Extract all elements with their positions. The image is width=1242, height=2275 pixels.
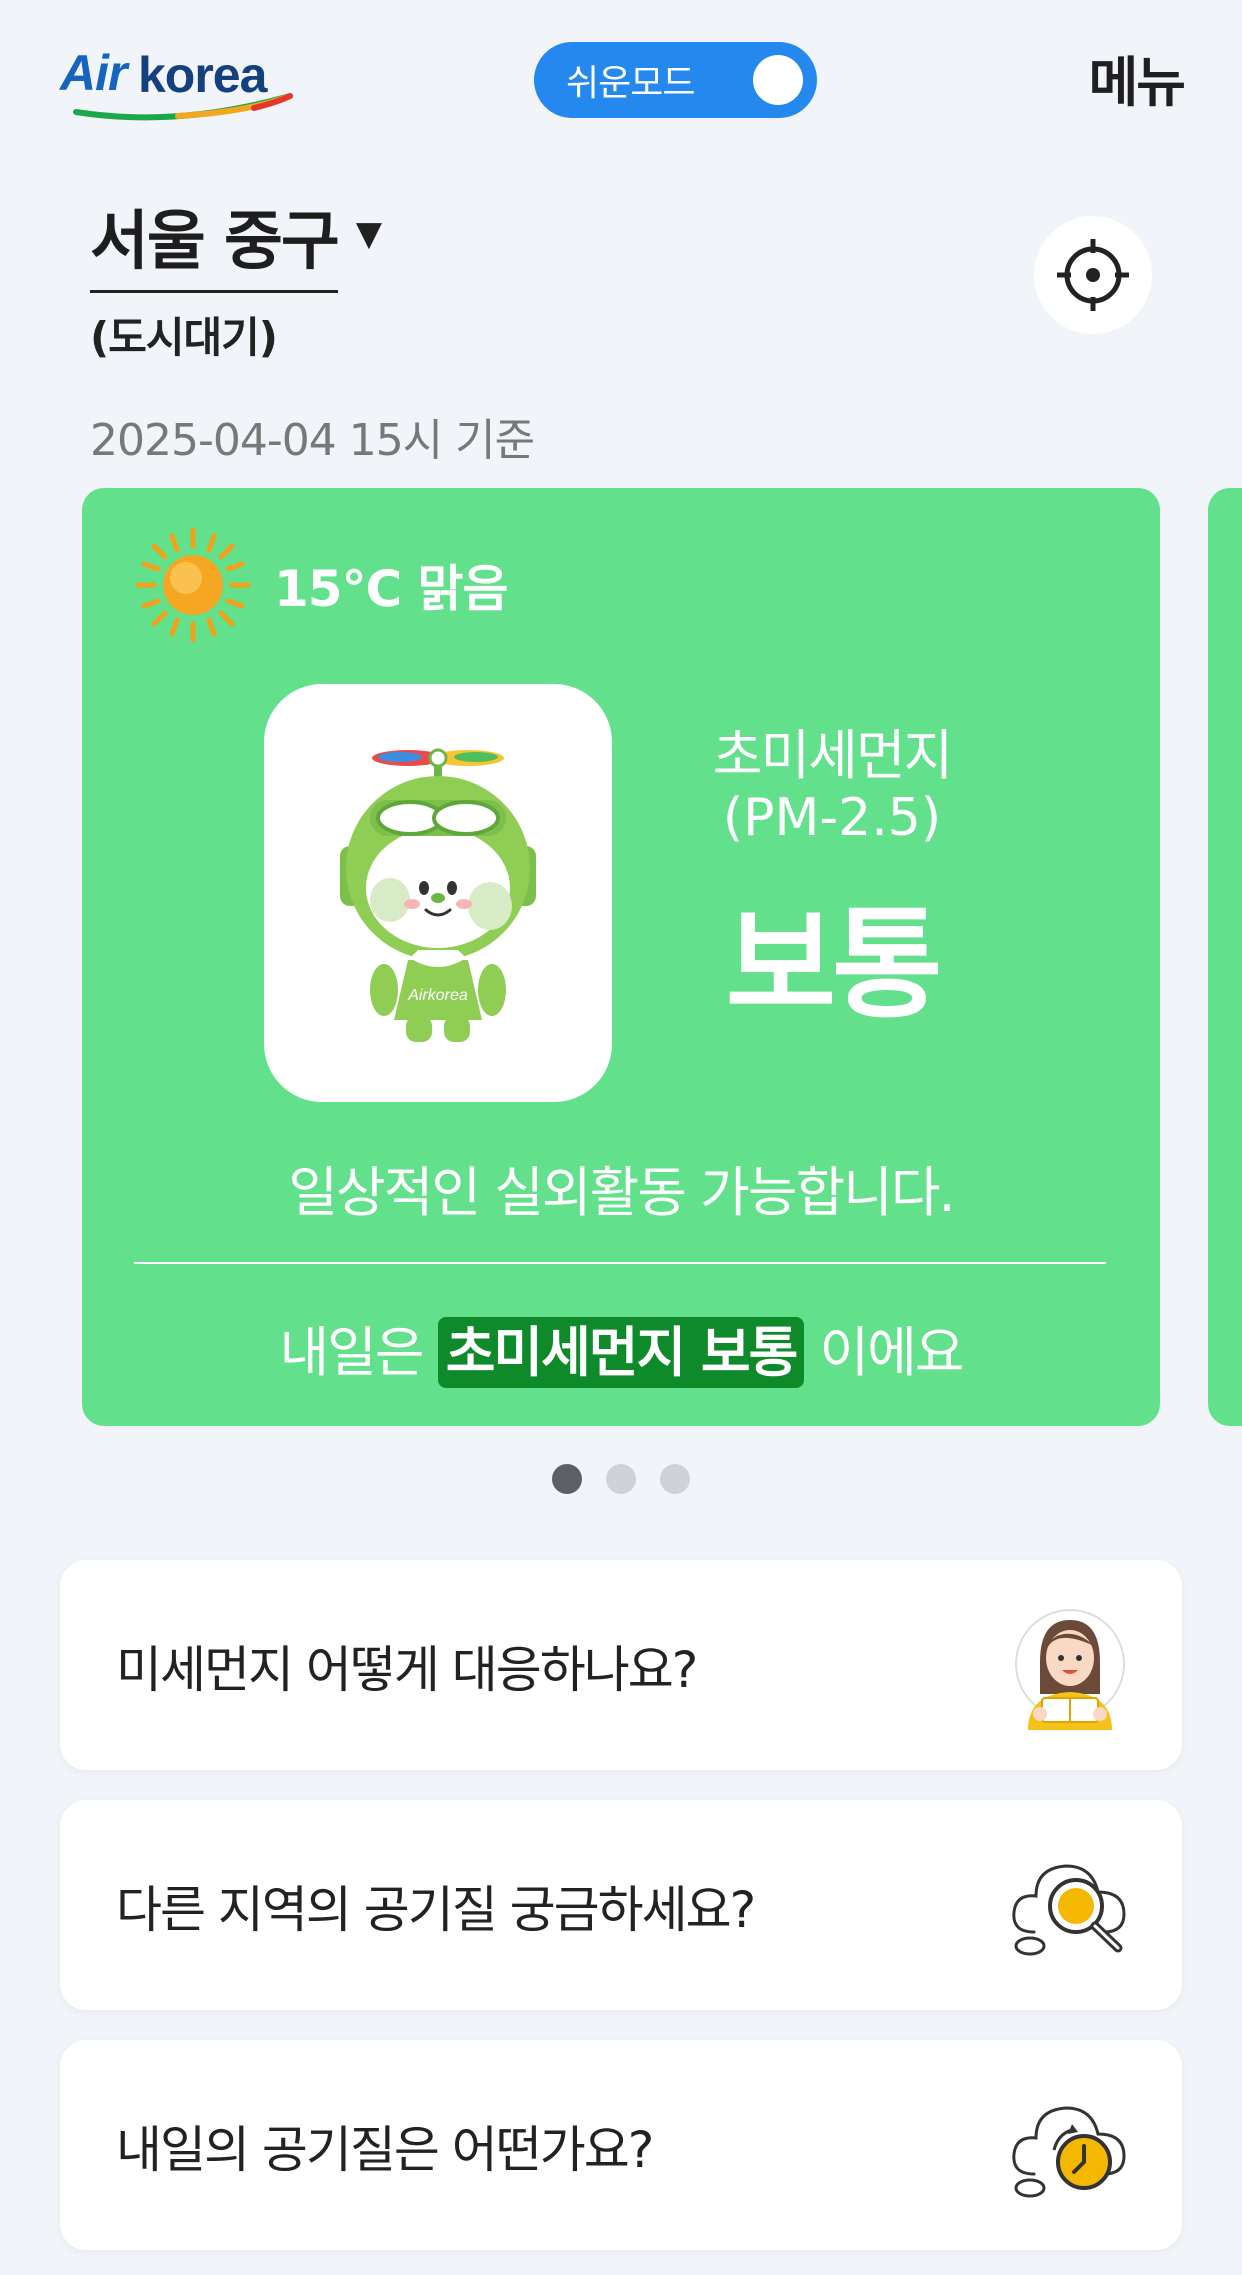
- weather-info: 15℃ 맑음: [134, 526, 509, 644]
- menu-button[interactable]: 메뉴: [1089, 38, 1186, 117]
- info-card-question: 다른 지역의 공기질 궁금하세요?: [116, 1881, 756, 1939]
- pollutant-status: 초미세먼지 (PM-2.5) 보통: [642, 724, 1022, 1041]
- info-card-question: 내일의 공기질은 어떤가요?: [116, 2121, 654, 2179]
- logo-korea-text: korea: [138, 47, 267, 103]
- station-type: (도시대기): [90, 313, 278, 362]
- cloud-search-icon: [1012, 1864, 1126, 1956]
- activity-advice: 일상적인 실외활동 가능합니다.: [288, 1161, 955, 1224]
- tomorrow-forecast: 내일은 초미세먼지 보통 이에요: [82, 1308, 1160, 1388]
- info-card-response[interactable]: 미세먼지 어떻게 대응하나요?: [60, 1560, 1182, 1770]
- timestamp: 2025-04-04 15시 기준: [90, 415, 535, 466]
- air-quality-card[interactable]: 15℃ 맑음 Airkorea 초미세먼지 (PM-2.5) 보통 일상적인 실…: [82, 488, 1160, 1426]
- logo-air-text: Air: [60, 45, 127, 101]
- info-card-tomorrow[interactable]: 내일의 공기질은 어떤가요?: [60, 2040, 1182, 2250]
- info-card-other-regions[interactable]: 다른 지역의 공기질 궁금하세요?: [60, 1800, 1182, 2010]
- sun-icon: [135, 527, 251, 643]
- mascot-character: Airkorea: [340, 748, 536, 1042]
- air-quality-grade: 보통: [725, 896, 943, 1036]
- tomorrow-highlight: 초미세먼지 보통: [437, 1317, 805, 1388]
- pollutant-code: (PM-2.5): [722, 787, 942, 848]
- crosshair-icon: [1057, 239, 1129, 311]
- dropdown-caret-icon: ▼: [355, 214, 382, 254]
- pagination-dot-1[interactable]: [552, 1464, 582, 1494]
- location-name: 서울 중구: [90, 190, 340, 293]
- airkorea-logo[interactable]: Air korea: [58, 38, 298, 122]
- tomorrow-prefix: 내일은: [279, 1321, 425, 1384]
- mascot-image: Airkorea: [264, 684, 612, 1102]
- current-location-button[interactable]: [1034, 216, 1152, 334]
- person-reading-icon: [1015, 1609, 1125, 1730]
- easy-mode-label: 쉬운모드: [566, 63, 695, 104]
- weather-text: 15℃ 맑음: [274, 560, 509, 618]
- location-selector[interactable]: 서울 중구 ▼: [90, 190, 382, 293]
- tomorrow-suffix: 이에요: [819, 1321, 964, 1384]
- next-card-peek[interactable]: [1208, 488, 1242, 1426]
- card-divider: [134, 1262, 1106, 1264]
- carousel-pagination: [552, 1464, 690, 1494]
- easy-mode-toggle[interactable]: 쉬운모드: [534, 42, 817, 118]
- pagination-dot-2[interactable]: [606, 1464, 636, 1494]
- pollutant-name: 초미세먼지: [712, 724, 953, 787]
- mascot-shirt-text: Airkorea: [407, 987, 468, 1004]
- info-card-question: 미세먼지 어떻게 대응하나요?: [116, 1641, 698, 1699]
- toggle-knob: [753, 55, 803, 105]
- pagination-dot-3[interactable]: [660, 1464, 690, 1494]
- cloud-clock-icon: [1012, 2106, 1126, 2198]
